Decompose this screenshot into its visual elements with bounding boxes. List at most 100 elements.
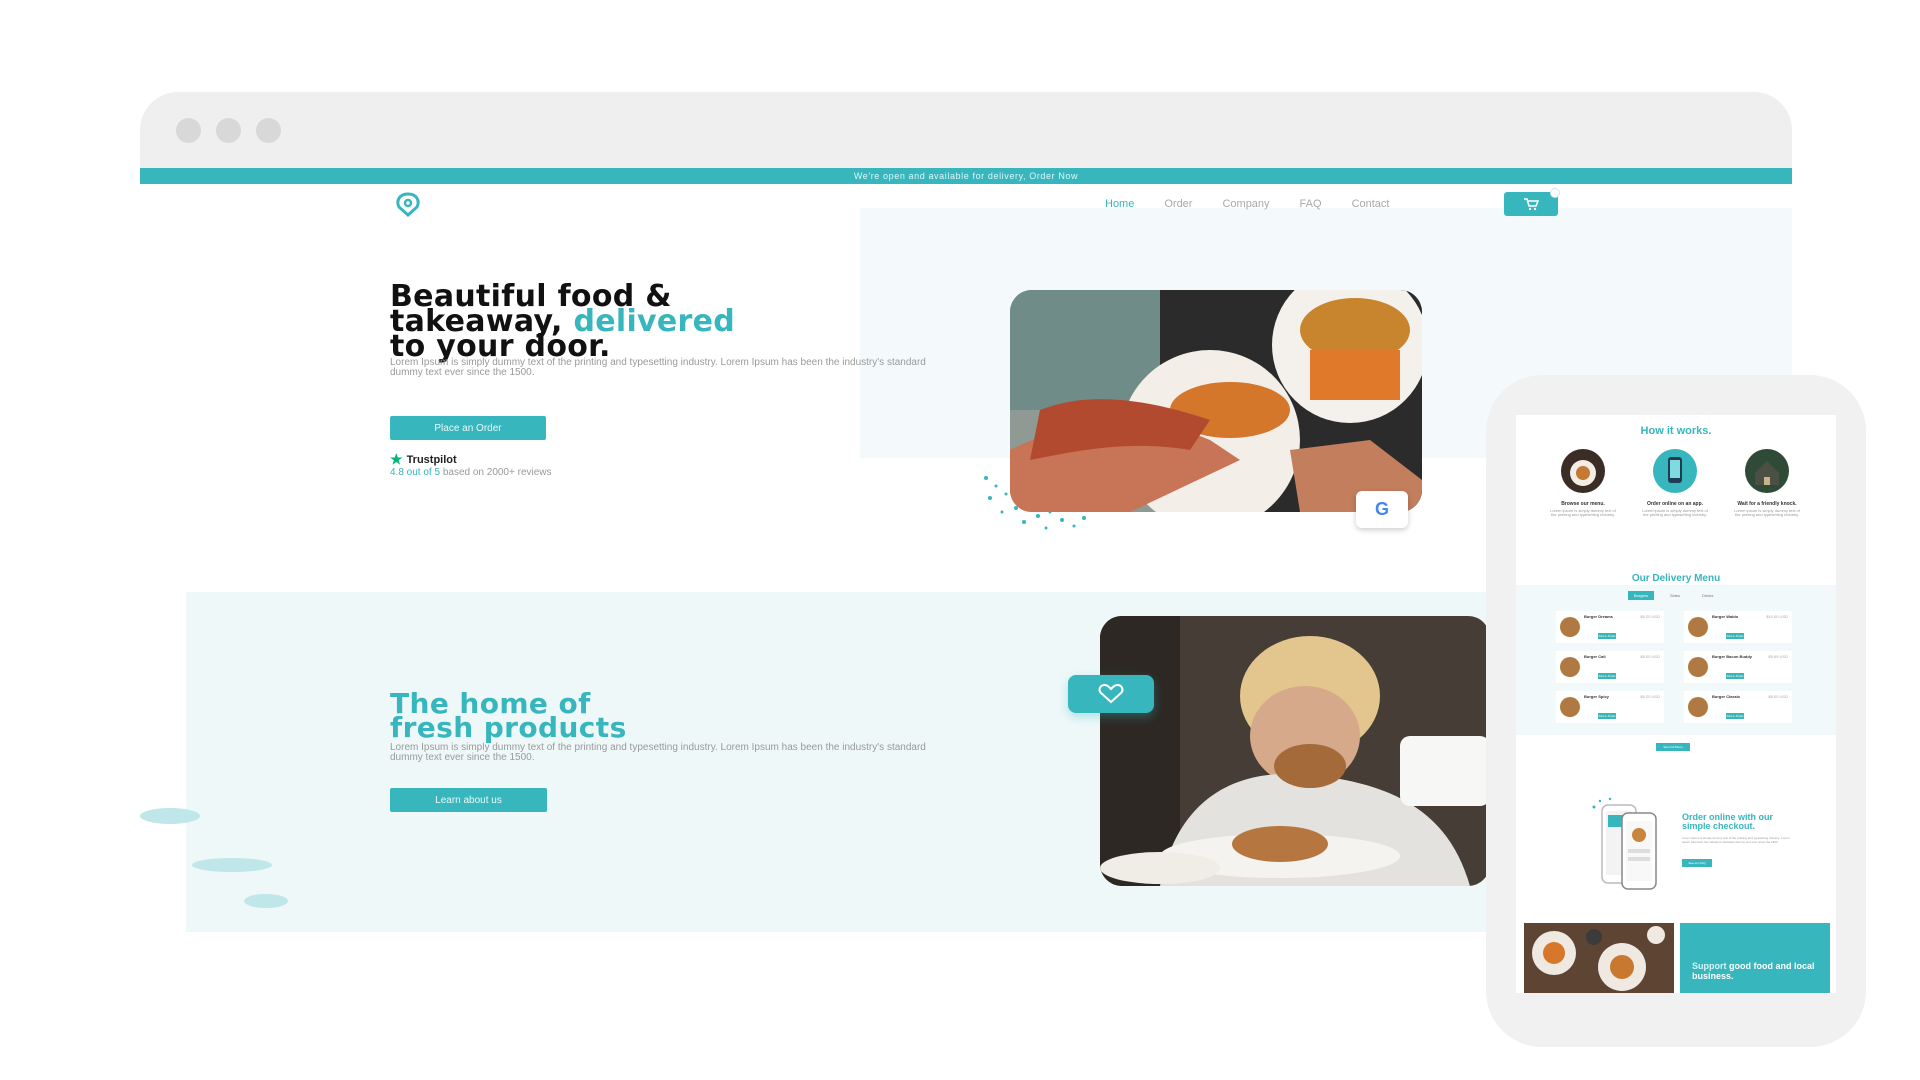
menu-tabs: Burgers Sides Drinks — [1628, 591, 1719, 600]
woman-eating-illustration — [1100, 616, 1490, 886]
menu-item-name: Burger Spicy — [1584, 694, 1609, 699]
tab-burgers[interactable]: Burgers — [1628, 591, 1655, 600]
window-dot-icon — [216, 118, 241, 143]
tab-sides[interactable]: Sides — [1664, 591, 1686, 600]
menu-item-name: Burger Waldo — [1712, 614, 1739, 619]
step-browse-image — [1561, 449, 1605, 493]
nav-link-faq[interactable]: FAQ — [1300, 198, 1322, 210]
step-title: Wait for a friendly knock. — [1737, 501, 1797, 507]
menu-item-price: $9.99 USD — [1768, 654, 1788, 659]
hero-title: Beautiful food & takeaway, delivered to … — [390, 282, 1010, 362]
menu-item[interactable]: Burger Waldo $10.00 USD Add to Order — [1684, 611, 1792, 643]
food-plate-icon — [1570, 460, 1596, 486]
splash-decoration — [244, 894, 288, 908]
logo-icon[interactable] — [390, 190, 426, 218]
woman-eating-photo — [1100, 616, 1490, 886]
learn-about-us-button[interactable]: Learn about us — [390, 788, 547, 812]
burger-image — [1688, 697, 1708, 717]
menu-item[interactable]: Burger Dreams $9.20 USD Add to Order — [1556, 611, 1664, 643]
support-text: Support good food and local business. — [1692, 961, 1822, 981]
burger-image — [1688, 657, 1708, 677]
step-order-image — [1653, 449, 1697, 493]
faq-button[interactable]: See our FAQ — [1682, 859, 1712, 867]
step-text: Lorem ipsum is simply dummy text of the … — [1734, 508, 1800, 517]
burger-image — [1560, 697, 1580, 717]
cart-icon — [1524, 198, 1539, 211]
step-knock: Wait for a friendly knock. Lorem ipsum i… — [1732, 449, 1802, 517]
see-full-menu-button[interactable]: See Full Menu — [1656, 743, 1690, 751]
announcement-banner[interactable]: We're open and available for delivery, O… — [140, 168, 1792, 184]
main-nav: Home Order Company FAQ Contact — [140, 184, 1792, 226]
hero-food-photo — [1010, 290, 1422, 512]
support-banner: Support good food and local business. — [1680, 923, 1830, 993]
step-order: Order online on an app. Lorem ipsum is s… — [1640, 449, 1710, 517]
menu-item-name: Burger Classic — [1712, 694, 1741, 699]
trustpilot-logo[interactable]: ★ Trustpilot — [390, 451, 457, 468]
delivery-menu-title: Our Delivery Menu — [1631, 573, 1721, 584]
hero-description: Lorem Ipsum is simply dummy text of the … — [390, 357, 926, 378]
step-knock-image — [1745, 449, 1789, 493]
food-table-illustration — [1524, 923, 1674, 993]
mobile-phone-mockup: How it works. Browse our menu. Lorem ips… — [1486, 375, 1866, 1047]
menu-item[interactable]: Burger Spicy $9.20 USD Add to Order — [1556, 691, 1664, 723]
step-title: Browse our menu. — [1561, 501, 1605, 507]
burger-image — [1560, 657, 1580, 677]
menu-item-name: Burger Bacon Buddy — [1712, 654, 1753, 659]
favorite-badge[interactable] — [1068, 675, 1154, 713]
menu-item[interactable]: Burger Bacon Buddy $9.99 USD Add to Orde… — [1684, 651, 1792, 683]
google-pay-badge: G — [1356, 491, 1408, 528]
burger-image — [1688, 617, 1708, 637]
rating-highlight: 4.8 out of 5 — [390, 467, 441, 478]
browser-chrome — [140, 92, 1792, 168]
nav-link-order[interactable]: Order — [1164, 198, 1192, 210]
cart-count-badge — [1550, 188, 1560, 198]
add-to-order-button[interactable]: Add to Order — [1598, 673, 1616, 679]
support-highlight: Support — [1692, 961, 1727, 971]
menu-item-price: $9.20 USD — [1640, 694, 1660, 699]
trustpilot-label: Trustpilot — [406, 453, 457, 466]
how-it-works-title: How it works. — [1640, 425, 1712, 437]
menu-item-price: $10.00 USD — [1766, 614, 1788, 619]
heart-icon — [1098, 684, 1124, 704]
step-text: Lorem ipsum is simply dummy text of the … — [1550, 508, 1616, 517]
nav-link-home[interactable]: Home — [1105, 198, 1134, 210]
window-dot-icon — [176, 118, 201, 143]
mobile-screen: How it works. Browse our menu. Lorem ips… — [1516, 415, 1836, 993]
menu-item-name: Burger Cali — [1584, 654, 1606, 659]
fresh-products-description: Lorem Ipsum is simply dummy text of the … — [390, 742, 926, 763]
nav-link-company[interactable]: Company — [1222, 198, 1269, 210]
house-icon — [1755, 461, 1779, 485]
checkout-text: Lorem ipsum is simply dummy text of the … — [1682, 836, 1790, 844]
place-order-button[interactable]: Place an Order — [390, 416, 546, 440]
star-icon: ★ — [390, 451, 403, 467]
fresh-products-title: The home of fresh products — [390, 690, 627, 744]
add-to-order-button[interactable]: Add to Order — [1598, 633, 1616, 639]
fresh-title-line2: fresh products — [390, 711, 627, 744]
add-to-order-button[interactable]: Add to Order — [1598, 713, 1616, 719]
checkout-title: Order online with our simple checkout. — [1682, 812, 1774, 831]
add-to-order-button[interactable]: Add to Order — [1726, 633, 1744, 639]
tab-drinks[interactable]: Drinks — [1696, 591, 1719, 600]
step-title: Order online on an app. — [1646, 501, 1704, 507]
phone-icon — [1668, 457, 1682, 483]
add-to-order-button[interactable]: Add to Order — [1726, 673, 1744, 679]
nav-link-contact[interactable]: Contact — [1352, 198, 1390, 210]
splash-decoration — [140, 808, 200, 824]
menu-item-price: $8.00 USD — [1640, 654, 1660, 659]
trustpilot-rating: 4.8 out of 5 based on 2000+ reviews — [390, 467, 552, 478]
nav-links: Home Order Company FAQ Contact — [1105, 198, 1419, 210]
menu-item[interactable]: Burger Cali $8.00 USD Add to Order — [1556, 651, 1664, 683]
menu-item-price: $8.00 USD — [1768, 694, 1788, 699]
mockup-stage: We're open and available for delivery, O… — [0, 0, 1920, 1080]
add-to-order-button[interactable]: Add to Order — [1726, 713, 1744, 719]
burger-image — [1560, 617, 1580, 637]
hero-food-illustration — [1010, 290, 1422, 512]
food-table-photo — [1524, 923, 1674, 993]
menu-item-price: $9.20 USD — [1640, 614, 1660, 619]
menu-item-name: Burger Dreams — [1584, 614, 1613, 619]
step-browse: Browse our menu. Lorem ipsum is simply d… — [1548, 449, 1618, 517]
step-text: Lorem ipsum is simply dummy text of the … — [1642, 508, 1708, 517]
checkout-phone-illustration — [1592, 797, 1657, 890]
menu-item[interactable]: Burger Classic $8.00 USD Add to Order — [1684, 691, 1792, 723]
window-dot-icon — [256, 118, 281, 143]
